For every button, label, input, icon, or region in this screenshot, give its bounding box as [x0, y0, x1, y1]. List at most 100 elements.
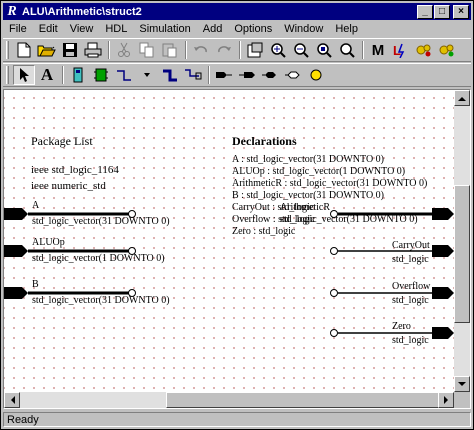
toolbar-grip[interactable]	[6, 41, 9, 59]
scrollbar-corner	[454, 392, 470, 408]
port-in-icon	[216, 72, 232, 78]
zoom-in-button[interactable]	[267, 40, 289, 60]
connector-tool[interactable]	[305, 65, 327, 85]
zoom-out-icon	[294, 43, 309, 58]
scroll-left-button[interactable]	[4, 392, 20, 408]
simulate-icon	[439, 44, 454, 57]
status-bar: Ready	[3, 411, 471, 428]
menu-edit[interactable]: Edit	[33, 21, 64, 38]
signal-type-label: std_logic_vector(31 DOWNTO 0)	[280, 214, 418, 225]
menu-view[interactable]: View	[64, 21, 100, 38]
redo-button[interactable]	[213, 40, 235, 60]
signal-name-label: A	[32, 200, 40, 211]
signal-type-label: std_logic	[392, 254, 429, 265]
toolbar-separator	[362, 41, 364, 59]
copy-icon	[139, 42, 154, 58]
port-inout-tool[interactable]	[259, 65, 281, 85]
simulate-button[interactable]	[436, 40, 458, 60]
menu-options[interactable]: Options	[228, 21, 278, 38]
diagram-view: Package List ieee std_logic_1164 ieee nu…	[3, 89, 471, 409]
new-button[interactable]	[13, 40, 35, 60]
copy-button[interactable]	[136, 40, 158, 60]
drawing-toolbar: A	[3, 63, 471, 87]
select-tool[interactable]	[13, 65, 35, 85]
zoom-out-button[interactable]	[290, 40, 312, 60]
arrow-down-icon	[458, 381, 466, 386]
text-icon: A	[40, 65, 54, 84]
wire-tool[interactable]	[113, 65, 135, 85]
cut-icon	[118, 42, 130, 57]
menu-file[interactable]: File	[3, 21, 33, 38]
undo-button[interactable]	[190, 40, 212, 60]
port-buffer-icon	[285, 71, 300, 79]
compile-button[interactable]	[413, 40, 435, 60]
wire-dropdown-button[interactable]	[136, 65, 158, 85]
signal-type-label: std_logic	[392, 335, 429, 346]
port-in-tool[interactable]	[213, 65, 235, 85]
menu-add[interactable]: Add	[197, 21, 229, 38]
print-button[interactable]	[82, 40, 104, 60]
horizontal-scrollbar[interactable]	[4, 392, 454, 408]
minimize-button[interactable]: _	[417, 4, 433, 19]
zoom-in-icon	[271, 43, 286, 58]
properties-icon	[247, 42, 263, 58]
ripper-tool[interactable]	[182, 65, 204, 85]
signal-type-label: std_logic_vector(31 DOWNTO 0)	[32, 216, 170, 227]
block-icon	[73, 67, 83, 83]
signal-type-label: std_logic_vector(31 DOWNTO 0)	[32, 295, 170, 306]
properties-button[interactable]	[244, 40, 266, 60]
cut-button[interactable]	[113, 40, 135, 60]
save-icon	[63, 43, 77, 57]
select-arrow-icon	[20, 68, 29, 82]
port-out-tool[interactable]	[236, 65, 258, 85]
zoom-fit-icon	[317, 43, 332, 58]
menu-help[interactable]: Help	[329, 21, 364, 38]
schematic-canvas[interactable]: Package List ieee std_logic_1164 ieee nu…	[4, 90, 454, 392]
component-icon	[94, 68, 108, 82]
wire-icon	[117, 70, 131, 81]
menu-window[interactable]: Window	[278, 21, 329, 38]
menu-hdl[interactable]: HDL	[99, 21, 133, 38]
toolbar-separator	[108, 41, 110, 59]
vertical-scrollbar[interactable]	[454, 90, 470, 392]
arrow-right-icon	[443, 396, 448, 404]
save-button[interactable]	[59, 40, 81, 60]
title-bar[interactable]: R ALU\Arithmetic\struct2 _ □ ×	[3, 3, 471, 20]
port-buffer-tool[interactable]	[282, 65, 304, 85]
signal-name-label: CarryOut	[392, 240, 430, 251]
zoom-area-icon	[340, 43, 355, 58]
horizontal-scroll-thumb[interactable]	[166, 392, 448, 408]
application-window: R ALU\Arithmetic\struct2 _ □ × File Edit…	[0, 0, 474, 430]
close-button[interactable]: ×	[453, 4, 469, 19]
menu-simulation[interactable]: Simulation	[133, 21, 196, 38]
open-icon	[37, 45, 56, 57]
component-tool[interactable]	[90, 65, 112, 85]
connector-icon	[310, 69, 322, 81]
signal-name-label: Overflow	[392, 281, 431, 292]
signal-type-label: std_logic_vector(1 DOWNTO 0)	[32, 253, 165, 264]
window-title: ALU\Arithmetic\struct2	[22, 5, 142, 18]
chevron-down-icon	[144, 73, 150, 77]
toolbar-grip[interactable]	[6, 66, 9, 84]
compile-icon	[416, 44, 431, 57]
paste-button[interactable]	[159, 40, 181, 60]
hdl-button[interactable]: L	[390, 40, 412, 60]
print-icon	[84, 42, 102, 58]
text-tool[interactable]: A	[36, 65, 58, 85]
zoom-area-button[interactable]	[336, 40, 358, 60]
bus-tool[interactable]	[159, 65, 181, 85]
vertical-scroll-thumb[interactable]	[454, 185, 470, 323]
toolbar-separator	[62, 66, 64, 84]
scroll-up-button[interactable]	[454, 90, 470, 106]
block-tool[interactable]	[67, 65, 89, 85]
maximize-button[interactable]: □	[434, 4, 450, 19]
model-button[interactable]: M	[367, 40, 389, 60]
standard-toolbar: M L	[3, 38, 471, 62]
scroll-right-button[interactable]	[438, 392, 454, 408]
open-button[interactable]	[36, 40, 58, 60]
scroll-down-button[interactable]	[454, 376, 470, 392]
undo-icon	[194, 46, 207, 53]
model-icon: M	[371, 41, 385, 59]
zoom-fit-button[interactable]	[313, 40, 335, 60]
status-text: Ready	[3, 412, 471, 427]
